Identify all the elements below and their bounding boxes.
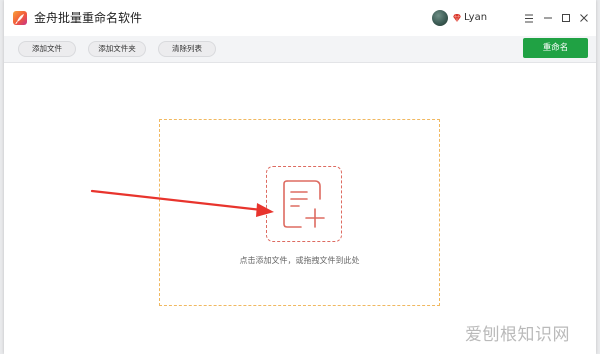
add-file-area[interactable] [266, 166, 342, 242]
add-document-icon [283, 180, 325, 228]
add-file-button[interactable]: 添加文件 [18, 41, 76, 57]
avatar[interactable] [432, 10, 448, 26]
drop-hint-text: 点击添加文件，或拖拽文件到此处 [239, 256, 360, 265]
minimize-icon [544, 17, 552, 19]
title-bar: 金舟批量重命名软件 Lyan [4, 0, 596, 36]
app-logo-icon [13, 11, 27, 25]
maximize-icon [562, 14, 570, 22]
hamburger-menu-icon [525, 14, 533, 22]
menu-button[interactable] [522, 10, 536, 26]
toolbar: 添加文件 添加文件夹 清除列表 重命名 [4, 36, 596, 63]
close-button[interactable] [577, 10, 591, 26]
vip-diamond-icon [453, 13, 461, 23]
minimize-button[interactable] [541, 10, 555, 26]
close-icon [580, 14, 588, 22]
add-folder-button[interactable]: 添加文件夹 [88, 41, 146, 57]
watermark-text: 爱刨根知识网 [465, 325, 570, 345]
rename-button[interactable]: 重命名 [523, 38, 588, 58]
app-title: 金舟批量重命名软件 [34, 11, 143, 25]
username[interactable]: Lyan [464, 11, 487, 25]
app-window: 金舟批量重命名软件 Lyan 添加文件 添加文件夹 清除列表 重命名 点击添加文… [4, 0, 596, 354]
clear-list-button[interactable]: 清除列表 [158, 41, 216, 57]
file-drop-zone[interactable]: 点击添加文件，或拖拽文件到此处 [159, 119, 440, 306]
maximize-button[interactable] [559, 10, 573, 26]
